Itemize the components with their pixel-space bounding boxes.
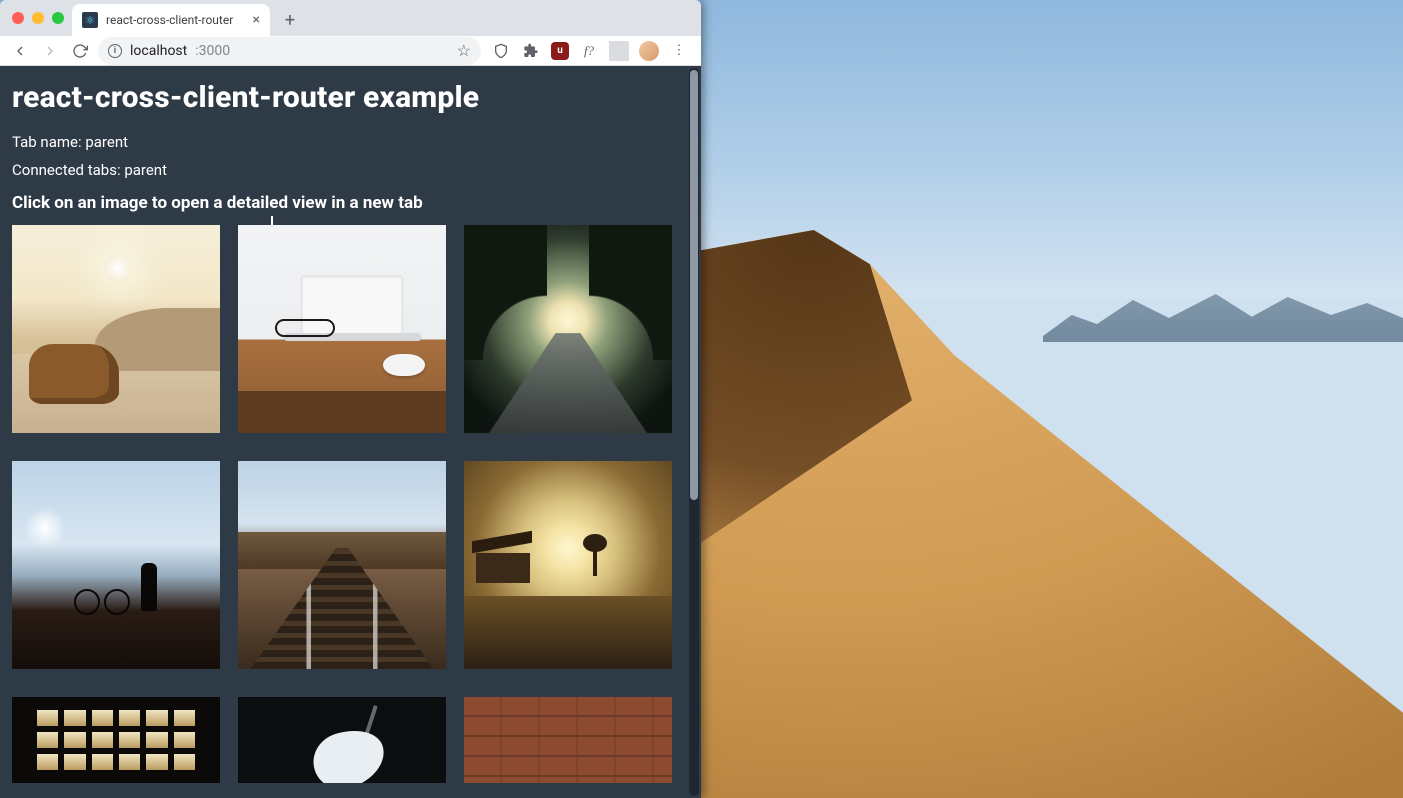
gallery-image[interactable] — [12, 461, 220, 669]
window-minimize-button[interactable] — [32, 12, 44, 24]
scrollbar-thumb[interactable] — [690, 70, 698, 500]
forward-button[interactable] — [38, 39, 62, 63]
profile-avatar-icon[interactable] — [639, 41, 659, 61]
toolbar-divider — [609, 41, 629, 61]
instruction-heading: Click on an image to open a detailed vie… — [12, 193, 687, 213]
tab-name-label: Tab name: — [12, 133, 85, 151]
kebab-menu-icon[interactable]: ⋮ — [669, 41, 689, 61]
tab-strip: ⚛ react-cross-client-router × + — [0, 0, 701, 36]
page-content: react-cross-client-router example Tab na… — [0, 66, 687, 798]
window-controls — [12, 12, 64, 24]
react-favicon-icon: ⚛ — [82, 12, 98, 28]
browser-tab[interactable]: ⚛ react-cross-client-router × — [72, 4, 270, 36]
browser-window: ⚛ react-cross-client-router × + i localh… — [0, 0, 701, 798]
gallery-image[interactable] — [464, 461, 672, 669]
extension-icons: u f? ⋮ — [487, 41, 693, 61]
connected-tabs-label: Connected tabs: — [12, 161, 124, 179]
image-grid — [12, 225, 687, 798]
vertical-scrollbar[interactable] — [689, 68, 699, 796]
connected-tabs-value: parent — [124, 161, 167, 179]
tab-name-line: Tab name: parent — [12, 133, 687, 151]
page-viewport: react-cross-client-router example Tab na… — [0, 66, 701, 798]
url-host: localhost — [130, 43, 187, 59]
arrow-left-icon — [12, 43, 28, 59]
ublock-badge-icon[interactable]: u — [551, 42, 569, 60]
window-close-button[interactable] — [12, 12, 24, 24]
new-tab-button[interactable]: + — [276, 6, 304, 34]
plus-icon: + — [285, 10, 295, 31]
back-button[interactable] — [8, 39, 32, 63]
gallery-image[interactable] — [464, 697, 672, 783]
tab-title: react-cross-client-router — [106, 13, 233, 27]
gallery-image[interactable] — [238, 225, 446, 433]
connected-tabs-line: Connected tabs: parent — [12, 161, 687, 179]
gallery-image[interactable] — [464, 225, 672, 433]
window-maximize-button[interactable] — [52, 12, 64, 24]
tab-close-icon[interactable]: × — [253, 13, 260, 27]
browser-toolbar: i localhost :3000 ☆ u f? ⋮ — [0, 36, 701, 66]
url-port: :3000 — [195, 43, 230, 59]
address-bar[interactable]: i localhost :3000 ☆ — [98, 37, 481, 65]
gallery-image[interactable] — [12, 225, 220, 433]
reload-icon — [72, 43, 88, 59]
gallery-image[interactable] — [238, 697, 446, 783]
gallery-image[interactable] — [12, 697, 220, 783]
reload-button[interactable] — [68, 39, 92, 63]
shield-icon[interactable] — [491, 41, 511, 61]
gallery-image[interactable] — [238, 461, 446, 669]
bookmark-star-icon[interactable]: ☆ — [457, 41, 471, 60]
puzzle-icon[interactable] — [521, 41, 541, 61]
font-helper-icon[interactable]: f? — [579, 41, 599, 61]
page-title: react-cross-client-router example — [12, 80, 687, 115]
tab-name-value: parent — [85, 133, 128, 151]
site-info-icon[interactable]: i — [108, 44, 122, 58]
arrow-right-icon — [42, 43, 58, 59]
